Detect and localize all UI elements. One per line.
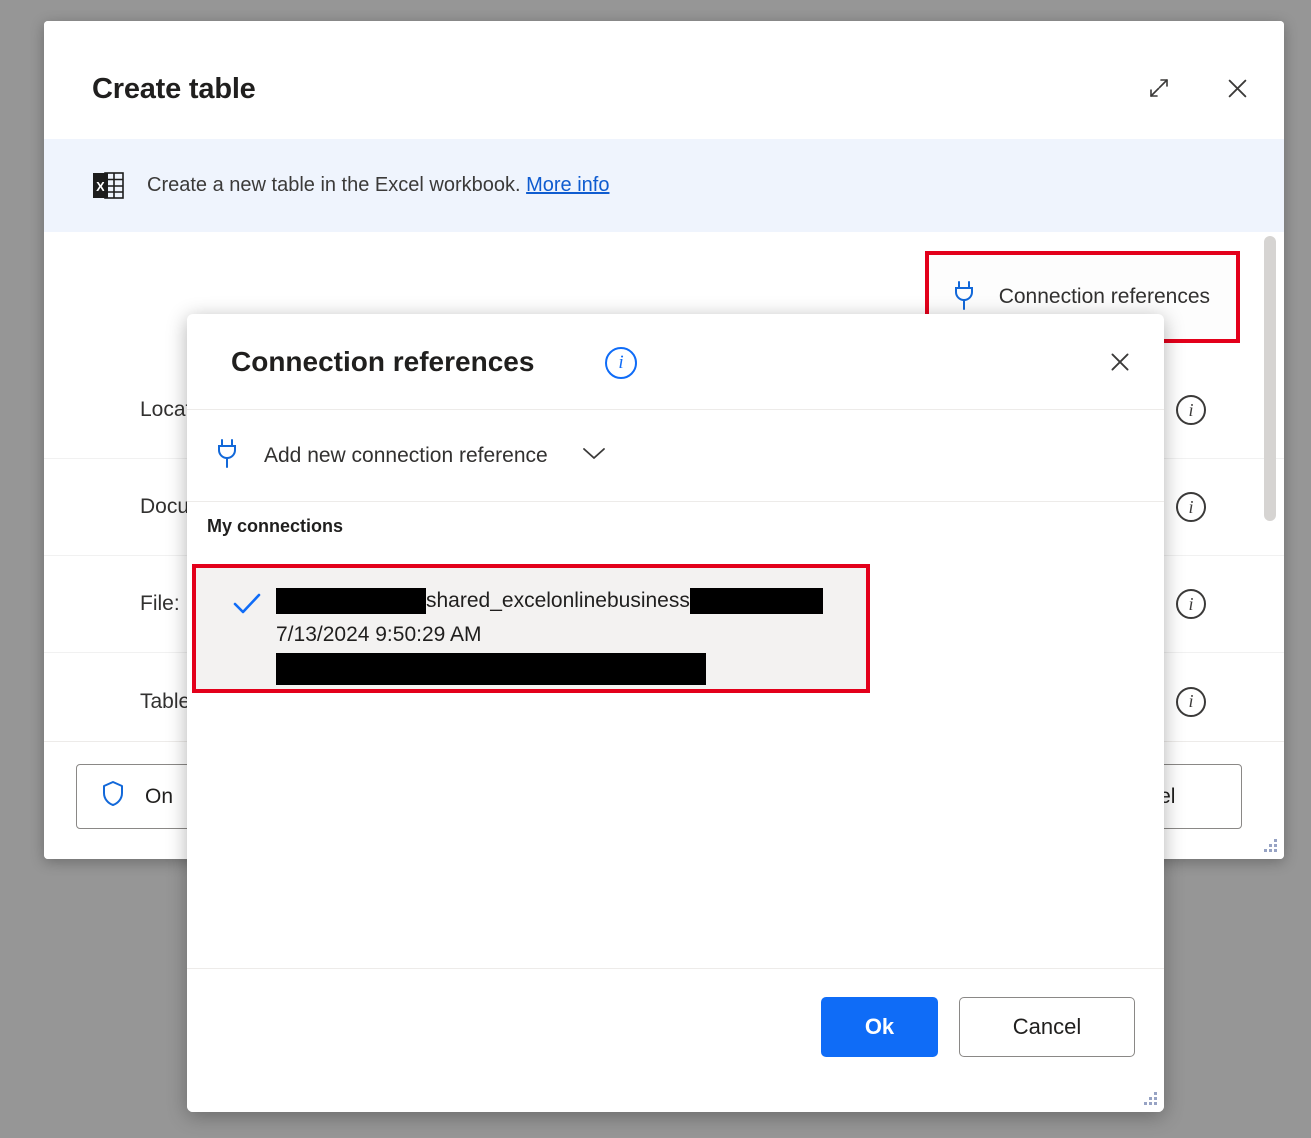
- redacted-suffix: [689, 588, 823, 614]
- scrollbar-thumb[interactable]: [1264, 236, 1276, 521]
- info-icon-file[interactable]: i: [1176, 589, 1206, 619]
- connection-timestamp: 7/13/2024 9:50:29 AM: [276, 623, 482, 646]
- connection-references-footer: Ok Cancel: [187, 968, 1164, 1112]
- connection-security-button[interactable]: On: [76, 764, 199, 829]
- connection-security-label: On: [145, 784, 174, 808]
- info-icon-document[interactable]: i: [1176, 492, 1206, 522]
- create-table-titlebar: Create table: [44, 21, 1284, 124]
- cancel-button[interactable]: Cancel: [959, 997, 1135, 1057]
- redacted-prefix: [276, 588, 426, 614]
- connection-details: shared_excelonlinebusiness 7/13/2024 9:5…: [276, 584, 858, 686]
- plug-icon: [214, 437, 240, 474]
- field-label-file: File:: [140, 592, 180, 615]
- connection-references-header: Connection references i: [187, 314, 1164, 410]
- connection-detail-line: g p: [276, 652, 858, 686]
- redacted-detail: [276, 653, 706, 685]
- svg-text:X: X: [96, 179, 105, 194]
- connection-references-dialog: Connection references i Add new connecti…: [187, 314, 1164, 1112]
- more-info-link[interactable]: More info: [526, 174, 609, 196]
- checkmark-icon: [232, 592, 262, 616]
- add-new-connection-reference-label: Add new connection reference: [264, 443, 548, 467]
- excel-file-icon: X: [92, 169, 125, 202]
- banner-message: Create a new table in the Excel workbook…: [147, 174, 521, 196]
- chevron-down-icon[interactable]: [580, 444, 608, 467]
- banner-text: Create a new table in the Excel workbook…: [147, 174, 609, 197]
- expand-icon[interactable]: [1142, 71, 1176, 105]
- connection-references-button-label: Connection references: [998, 285, 1210, 308]
- connection-name: shared_excelonlinebusiness: [426, 589, 690, 612]
- connection-references-title: Connection references: [231, 346, 535, 377]
- info-banner: X Create a new table in the Excel workbo…: [44, 139, 1284, 232]
- connection-list-item[interactable]: shared_excelonlinebusiness 7/13/2024 9:5…: [192, 564, 870, 693]
- info-icon[interactable]: i: [605, 347, 637, 379]
- info-icon-table-name[interactable]: i: [1176, 686, 1206, 717]
- add-new-connection-reference-button[interactable]: Add new connection reference: [187, 410, 1164, 502]
- close-icon[interactable]: [1220, 71, 1254, 105]
- plug-icon: [951, 279, 977, 316]
- info-icon-location[interactable]: i: [1176, 395, 1206, 425]
- close-icon[interactable]: [1103, 345, 1137, 379]
- page-title: Create table: [92, 73, 256, 105]
- connection-name-line: shared_excelonlinebusiness: [276, 584, 858, 618]
- ok-button[interactable]: Ok: [821, 997, 938, 1057]
- shield-icon: [101, 780, 125, 814]
- resize-grip[interactable]: [1259, 834, 1279, 854]
- resize-grip[interactable]: [1139, 1087, 1159, 1107]
- my-connections-section-title: My connections: [207, 515, 344, 536]
- titlebar-actions: [1142, 71, 1254, 105]
- vertical-scrollbar[interactable]: [1264, 236, 1276, 856]
